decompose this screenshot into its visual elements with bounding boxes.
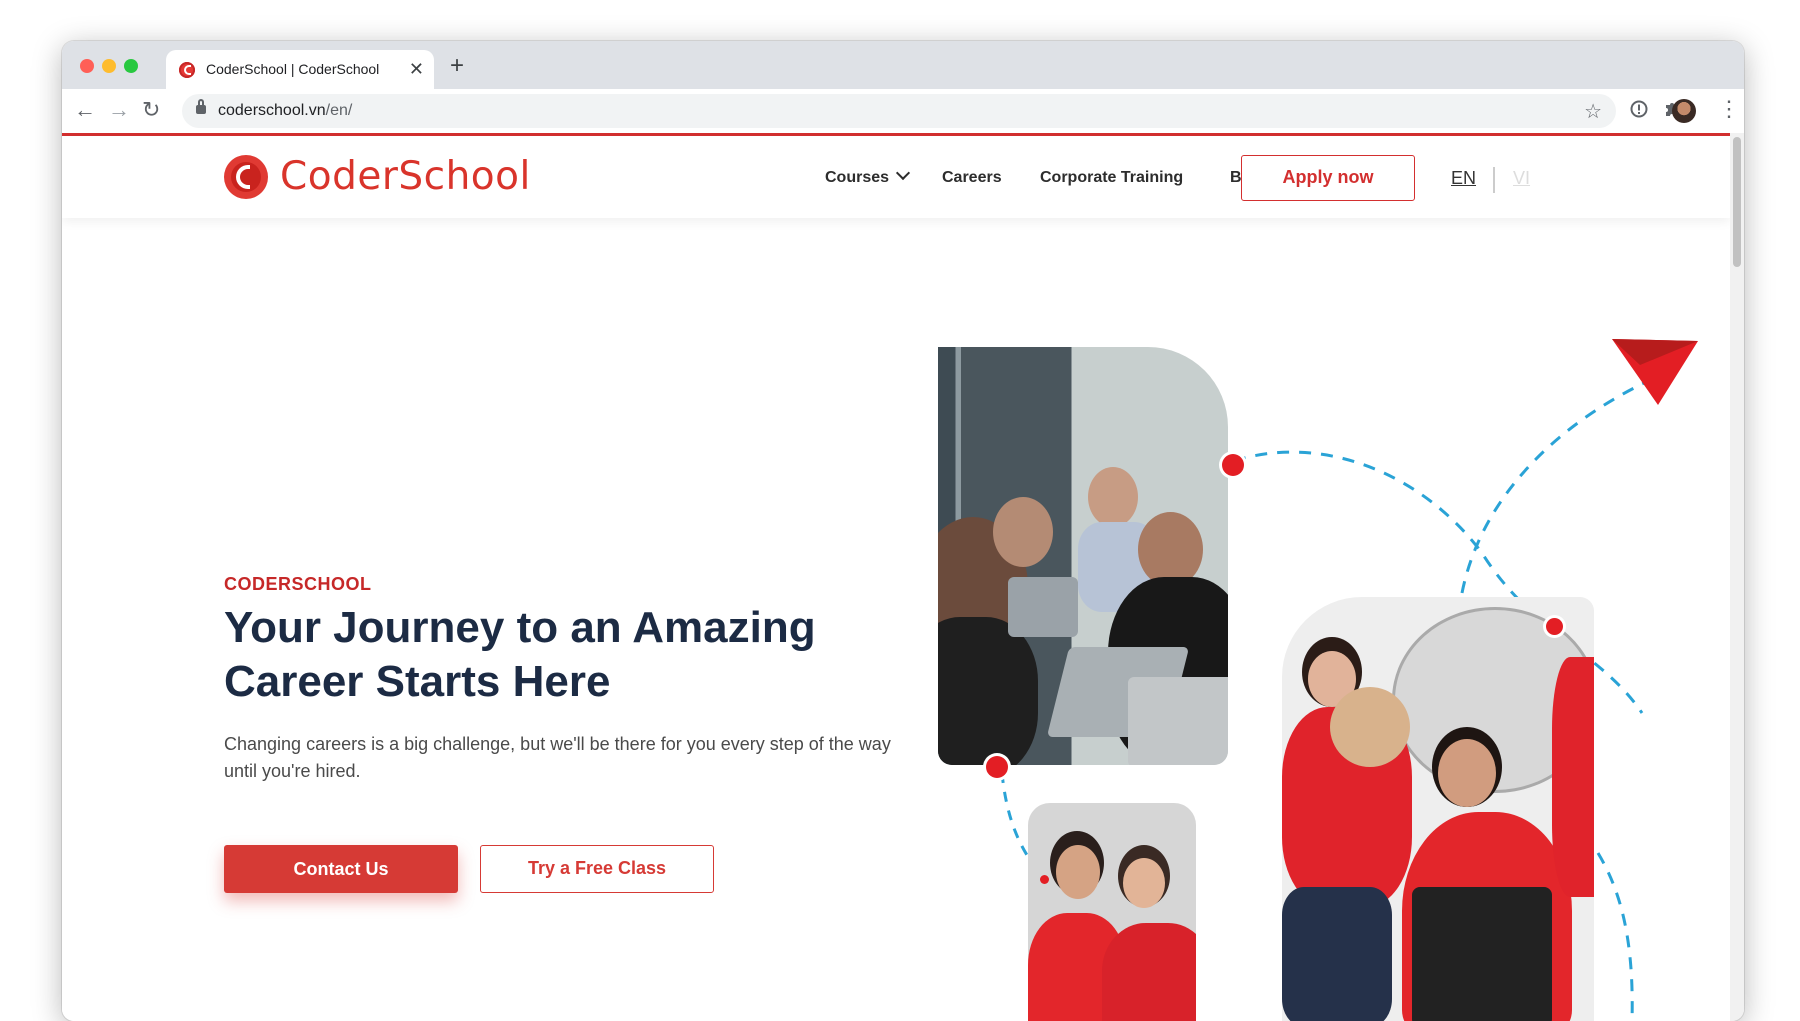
url-path: /en/ <box>325 102 353 119</box>
lock-icon <box>196 99 206 114</box>
close-window-button[interactable] <box>80 59 94 73</box>
nav-courses[interactable]: Courses <box>825 165 911 187</box>
hero-subtext: Changing careers is a big challenge, but… <box>224 734 891 781</box>
dashed-path-plane <box>1460 381 1645 594</box>
logo-text[interactable]: CoderSchool <box>280 154 531 199</box>
coderschool-favicon-icon <box>179 62 195 78</box>
photo-laptop <box>1008 577 1078 637</box>
dashed-path-right <box>1596 852 1634 1021</box>
new-tab-button[interactable]: + <box>450 54 464 78</box>
photo-figure <box>1123 858 1165 908</box>
nav-courses-label: Courses <box>825 169 890 186</box>
nav-corporate-training[interactable]: Corporate Training <box>1040 169 1183 187</box>
apply-now-button[interactable]: Apply now <box>1241 155 1415 201</box>
back-button[interactable]: ← <box>74 98 96 122</box>
coderschool-logo-icon[interactable] <box>224 155 268 199</box>
page-viewport: CoderSchool Courses Careers Corporate Tr… <box>62 133 1730 1021</box>
hero-eyebrow: CODERSCHOOL <box>224 574 372 594</box>
photo-figure <box>1282 887 1392 1021</box>
nav-careers[interactable]: Careers <box>942 169 1002 187</box>
students-duo-photo <box>1028 803 1196 1021</box>
minimize-window-button[interactable] <box>102 59 116 73</box>
photo-figure <box>1088 467 1138 527</box>
photo-laptop <box>1412 887 1552 1021</box>
photo-laptop <box>1128 677 1228 765</box>
browser-tab[interactable]: CoderSchool | CoderSchool ✕ <box>166 50 434 89</box>
bookmark-star-icon[interactable]: ☆ <box>1584 99 1602 124</box>
photo-figure <box>1138 512 1203 587</box>
browser-toolbar: ← → ↻ coderschool.vn/en/ ☆ ⋮ <box>62 89 1744 133</box>
kebab-menu-icon[interactable]: ⋮ <box>1718 97 1740 121</box>
url-host: coderschool.vn <box>218 102 326 119</box>
url-text: coderschool.vn/en/ <box>218 102 352 120</box>
photo-figure <box>1056 845 1100 899</box>
profile-avatar[interactable] <box>1672 99 1696 123</box>
contact-us-button[interactable]: Contact Us <box>224 845 458 893</box>
scrollbar-thumb[interactable] <box>1733 137 1741 267</box>
language-vi-link[interactable]: VI <box>1513 168 1530 189</box>
paper-plane-icon <box>1612 339 1698 405</box>
photo-figure <box>1438 739 1496 807</box>
forward-button[interactable]: → <box>108 98 130 122</box>
browser-window: CoderSchool | CoderSchool ✕ + ← → ↻ code… <box>62 41 1744 1021</box>
language-separator <box>1493 167 1495 193</box>
photo-dog <box>1330 687 1410 767</box>
info-icon[interactable] <box>1629 99 1649 125</box>
hero-headline: Your Journey to an Amazing Career Starts… <box>224 603 816 706</box>
address-bar[interactable]: coderschool.vn/en/ ☆ <box>182 94 1616 128</box>
tab-title: CoderSchool | CoderSchool <box>206 61 380 77</box>
tab-strip: CoderSchool | CoderSchool ✕ + <box>62 41 1744 89</box>
site-header: CoderSchool Courses Careers Corporate Tr… <box>62 136 1730 218</box>
try-free-class-button[interactable]: Try a Free Class <box>480 845 714 893</box>
path-dot <box>1040 875 1049 884</box>
page-scrollbar[interactable] <box>1730 133 1744 1021</box>
tab-close-icon[interactable]: ✕ <box>409 57 424 81</box>
language-en-link[interactable]: EN <box>1451 168 1476 189</box>
photo-figure <box>993 497 1053 567</box>
photo-shirt <box>1552 657 1594 897</box>
team-with-dog-photo <box>1282 597 1594 1021</box>
path-dot <box>986 756 1008 778</box>
reload-button[interactable]: ↻ <box>142 98 160 122</box>
path-dot <box>1546 618 1563 635</box>
chevron-down-icon <box>895 165 911 181</box>
path-dot <box>1222 454 1244 476</box>
classroom-photo <box>938 347 1228 765</box>
photo-shirt <box>1102 923 1196 1021</box>
maximize-window-button[interactable] <box>124 59 138 73</box>
photo-figure <box>938 617 1038 765</box>
